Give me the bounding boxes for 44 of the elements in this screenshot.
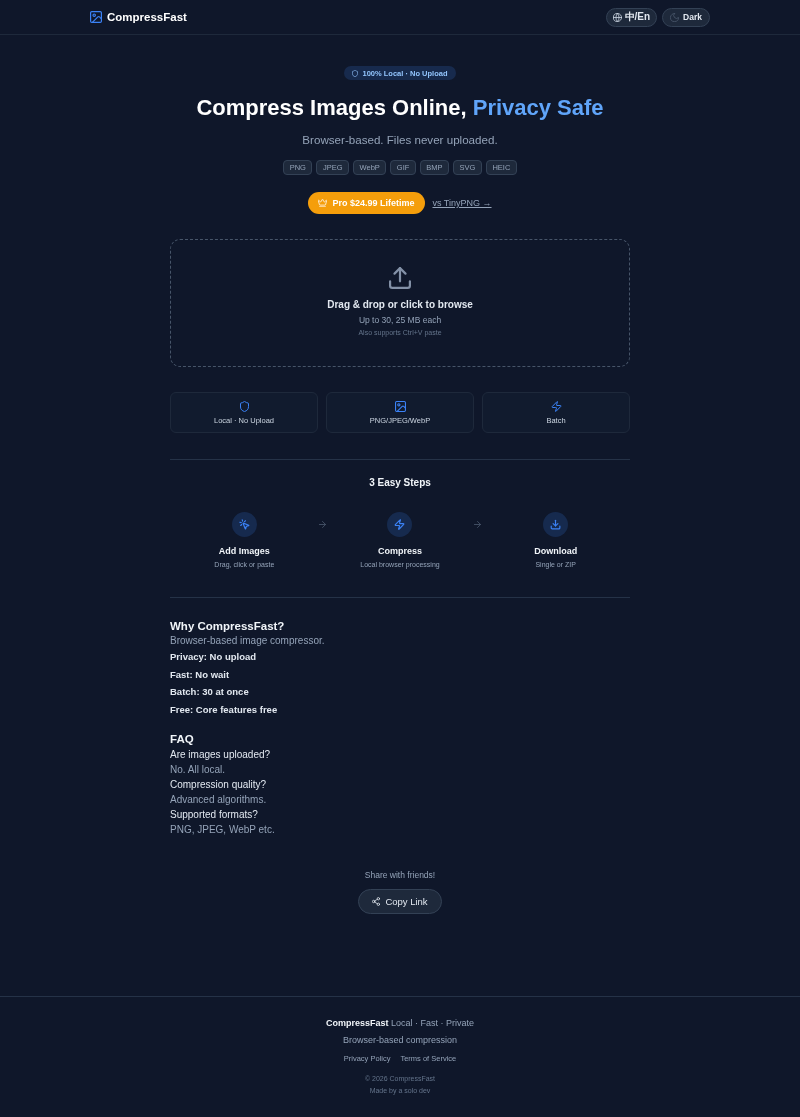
arrow-right-icon	[474, 521, 482, 528]
arrow-right-icon	[318, 521, 326, 528]
crown-icon	[318, 199, 328, 207]
benefit-item: Fast: No wait	[170, 667, 230, 682]
image-icon	[90, 11, 102, 23]
share-prompt: Share with friends!	[364, 869, 436, 881]
benefit-item: Privacy: No upload	[170, 650, 257, 664]
image-icon	[394, 401, 406, 412]
globe-icon	[612, 12, 622, 22]
dropzone-title: Drag & drop or click to browse	[327, 298, 473, 312]
shield-icon	[352, 69, 359, 77]
upload-icon	[389, 267, 411, 289]
share-icon	[372, 897, 381, 906]
shield-icon	[238, 401, 250, 412]
step-title: Add Images	[218, 545, 270, 557]
dropzone-limit: Up to 30, 25 MB each	[358, 314, 442, 326]
faq-question: Are images uploaded?	[170, 748, 271, 762]
benefit-item: Free: Core features free	[170, 702, 278, 717]
brand-name: CompressFast	[107, 11, 187, 23]
faq-answer: Advanced algorithms.	[170, 793, 267, 807]
faq-answer: PNG, JPEG, WebP etc.	[170, 823, 275, 837]
steps-heading: 3 Easy Steps	[369, 476, 431, 489]
section-description: Browser-based image compressor.	[170, 634, 325, 648]
step-title: Download	[534, 545, 578, 557]
faq-question: Compression quality?	[170, 778, 267, 792]
theme-button[interactable]: Dark	[662, 7, 710, 27]
section-heading: FAQ	[170, 732, 194, 747]
benefit-item: Batch: 30 at once	[170, 685, 249, 699]
page-title: Compress Images Online, Privacy Safe	[196, 94, 604, 122]
language-button[interactable]: 中/En	[605, 7, 658, 27]
lightning-icon	[387, 512, 413, 537]
footer-description: Browser-based compression	[342, 1034, 457, 1047]
faq-answer: No. All local.	[170, 763, 226, 777]
footer-tagline: CompressFast Local · Fast · Private	[325, 1017, 475, 1030]
step-title: Compress	[378, 545, 422, 557]
faq-question: Supported formats?	[170, 808, 258, 822]
compare-link[interactable]: vs TinyPNG →	[432, 198, 492, 208]
download-icon	[543, 512, 569, 537]
copy-link-button[interactable]: Copy Link	[358, 889, 442, 914]
subtitle: Browser-based. Files never uploaded.	[302, 132, 498, 148]
moon-icon	[670, 12, 680, 22]
section-heading: Why CompressFast?	[170, 619, 285, 634]
cursor-click-icon	[231, 512, 257, 537]
lightning-icon	[550, 401, 562, 412]
